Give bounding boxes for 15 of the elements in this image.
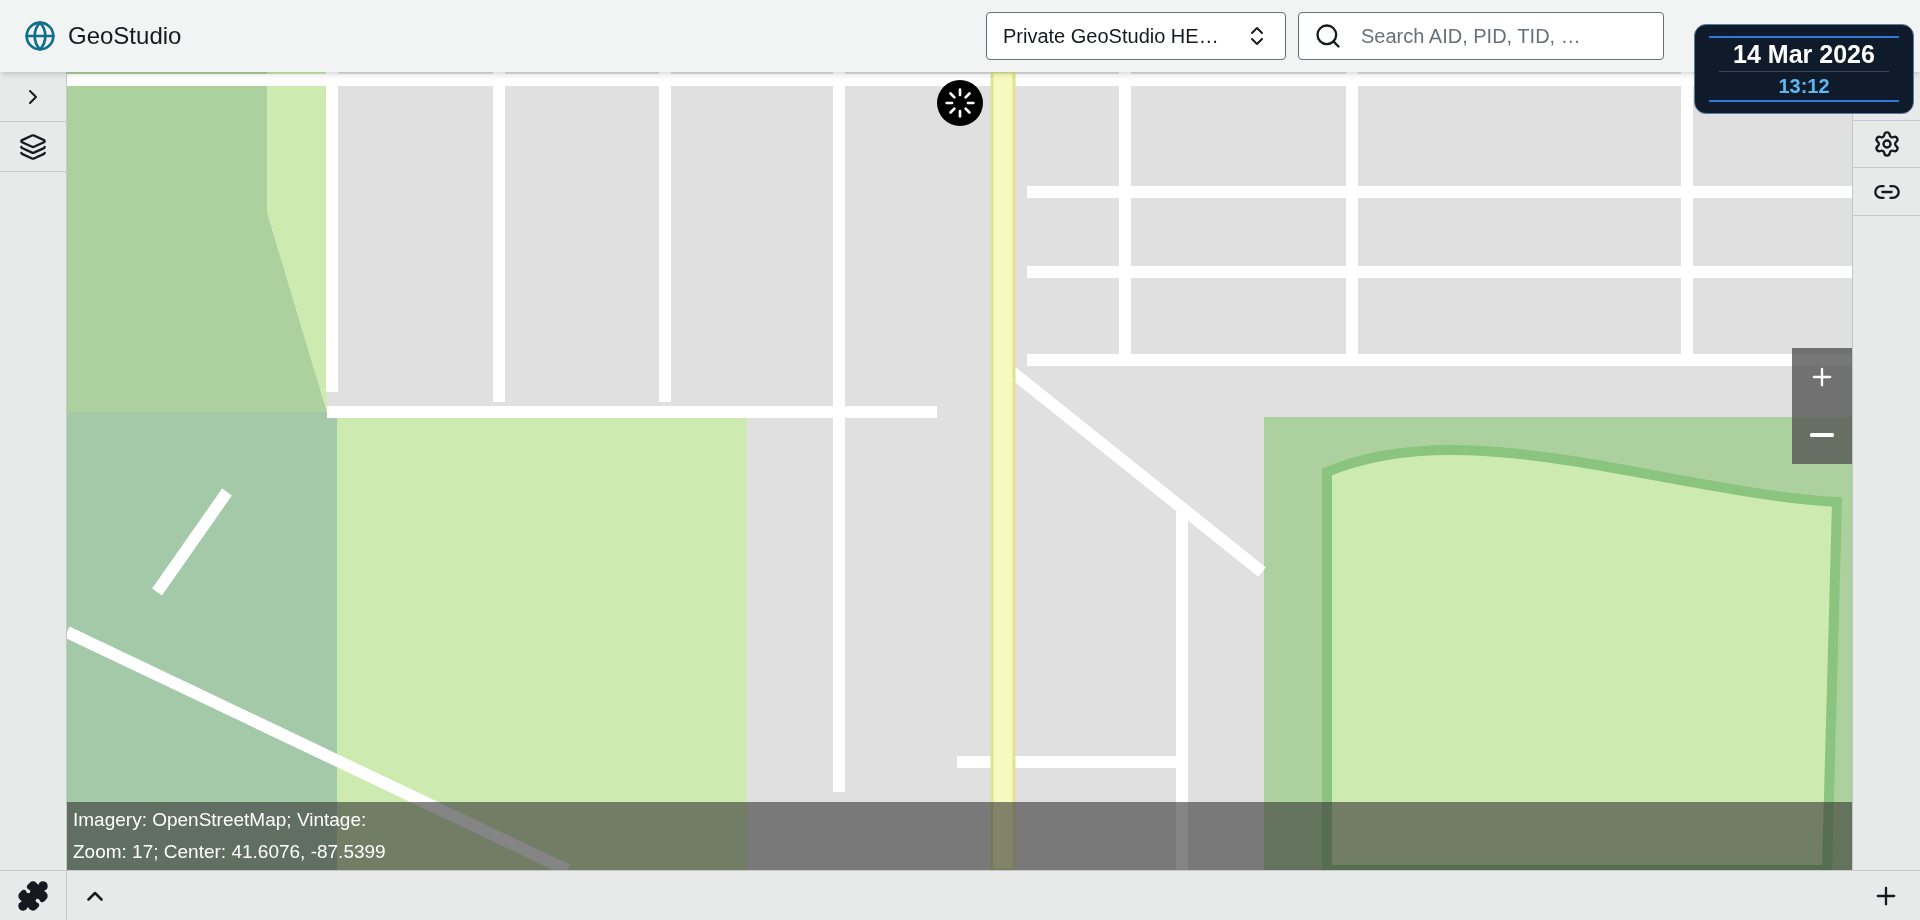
puzzle-piece-icon: [17, 879, 49, 912]
attribution-text: Zoom: 17; Center: 41.6076, -87.5399: [73, 840, 387, 864]
chevron-up-icon: [87, 890, 103, 901]
time-text: 13:12: [1778, 76, 1830, 96]
layers-icon: [19, 132, 47, 161]
search-icon: [1314, 22, 1342, 50]
app-title: GeoStudio: [68, 21, 182, 51]
date-text: 14 Mar 2026: [1733, 42, 1875, 67]
search-field[interactable]: Search AID, PID, TID, …: [1298, 12, 1664, 60]
globe-logo-icon: [24, 20, 56, 52]
settings-button[interactable]: [1853, 120, 1920, 168]
attribution-text: Imagery: OpenStreetMap; Vintage:: [73, 808, 368, 832]
minus-icon: [1810, 433, 1834, 437]
workspace-select[interactable]: Private GeoStudio HE…: [986, 12, 1286, 60]
settings-icon: [1872, 130, 1901, 158]
